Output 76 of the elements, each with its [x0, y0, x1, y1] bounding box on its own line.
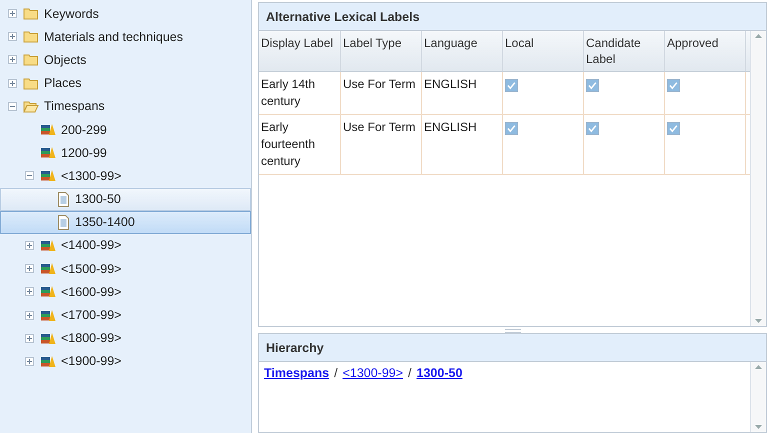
panel-title: Alternative Lexical Labels: [266, 10, 420, 24]
tree-item[interactable]: Materials and techniques: [0, 25, 251, 48]
tree-item[interactable]: Keywords: [0, 2, 251, 26]
folder-icon: [23, 7, 39, 20]
tree-item[interactable]: <1400-99>: [0, 234, 251, 258]
scroll-down-icon[interactable]: [755, 319, 762, 323]
books-icon: [40, 332, 56, 345]
expand-icon[interactable]: [24, 334, 35, 343]
books-icon: [40, 238, 56, 252]
books-icon: [40, 146, 56, 160]
table-cell: Use For Term: [341, 72, 422, 114]
checkbox[interactable]: [505, 79, 518, 92]
expand-icon[interactable]: [7, 32, 18, 42]
tree-item[interactable]: 200-299: [0, 118, 251, 142]
tree-item[interactable]: 1300-50: [0, 188, 251, 211]
table-cell: ENGLISH: [422, 72, 503, 114]
checkbox[interactable]: [505, 122, 518, 135]
books-icon: [40, 262, 56, 276]
books-icon: [40, 169, 56, 182]
scroll-down-icon[interactable]: [755, 425, 762, 429]
tree-item[interactable]: Places: [0, 72, 251, 95]
books-icon: [40, 285, 56, 298]
checkbox[interactable]: [667, 122, 680, 135]
tree-item[interactable]: <1800-99>: [0, 326, 251, 350]
column-header[interactable]: Candidate Label: [584, 31, 665, 71]
breadcrumb-link[interactable]: Timespans: [264, 366, 330, 380]
tree-item[interactable]: 1350-1400: [0, 210, 251, 234]
breadcrumb-separator: /: [408, 366, 412, 380]
breadcrumb-separator: /: [334, 366, 338, 380]
folder-icon: [23, 100, 39, 113]
table-cell: Early fourteenth century: [259, 115, 341, 174]
expand-icon[interactable]: [24, 240, 35, 250]
document-icon: [57, 192, 70, 207]
expand-icon[interactable]: [7, 9, 18, 18]
breadcrumb-link[interactable]: 1300-50: [416, 366, 462, 380]
checkbox[interactable]: [586, 122, 599, 135]
panel-title: Hierarchy: [266, 340, 324, 354]
expand-icon[interactable]: [24, 287, 35, 296]
scroll-up-icon[interactable]: [755, 365, 762, 369]
column-header[interactable]: Label Type: [341, 31, 422, 71]
column-header[interactable]: Local: [503, 31, 584, 71]
expand-icon[interactable]: [24, 310, 35, 320]
table-cell: Use For Term: [341, 115, 422, 174]
books-icon: [40, 123, 56, 136]
column-header[interactable]: Language: [422, 31, 503, 71]
scrollbar[interactable]: [750, 31, 766, 326]
table-cell: ENGLISH: [422, 115, 503, 174]
expand-icon[interactable]: [24, 356, 35, 366]
expand-icon[interactable]: [7, 78, 18, 88]
checkbox[interactable]: [586, 79, 599, 92]
expand-icon[interactable]: [7, 55, 18, 64]
tree-item[interactable]: <1500-99>: [0, 257, 251, 280]
tree-item[interactable]: 1200-99: [0, 141, 251, 164]
column-header[interactable]: Approved: [665, 31, 746, 71]
scrollbar[interactable]: [750, 362, 766, 432]
tree-item[interactable]: <1600-99>: [0, 280, 251, 304]
column-header[interactable]: Display Label: [259, 31, 341, 71]
tree-item[interactable]: <1300-99>: [0, 164, 251, 188]
folder-icon: [23, 53, 39, 66]
table-cell: Early 14th century: [259, 72, 341, 114]
tree-item[interactable]: <1700-99>: [0, 303, 251, 327]
tree-item[interactable]: Objects: [0, 48, 251, 72]
expand-icon[interactable]: [24, 264, 35, 274]
collapse-icon[interactable]: [24, 171, 35, 180]
books-icon: [40, 308, 56, 322]
scroll-up-icon[interactable]: [755, 34, 762, 38]
books-icon: [40, 354, 56, 368]
folder-icon: [23, 76, 39, 90]
splitter-grip-icon[interactable]: [504, 329, 520, 333]
checkbox[interactable]: [667, 79, 680, 92]
tree-item[interactable]: <1900-99>: [0, 350, 251, 373]
tree-item[interactable]: Timespans: [0, 94, 251, 118]
breadcrumb-link[interactable]: <1300-99>: [342, 366, 404, 380]
collapse-icon[interactable]: [7, 102, 18, 111]
document-icon: [57, 214, 70, 230]
folder-icon: [23, 30, 39, 44]
